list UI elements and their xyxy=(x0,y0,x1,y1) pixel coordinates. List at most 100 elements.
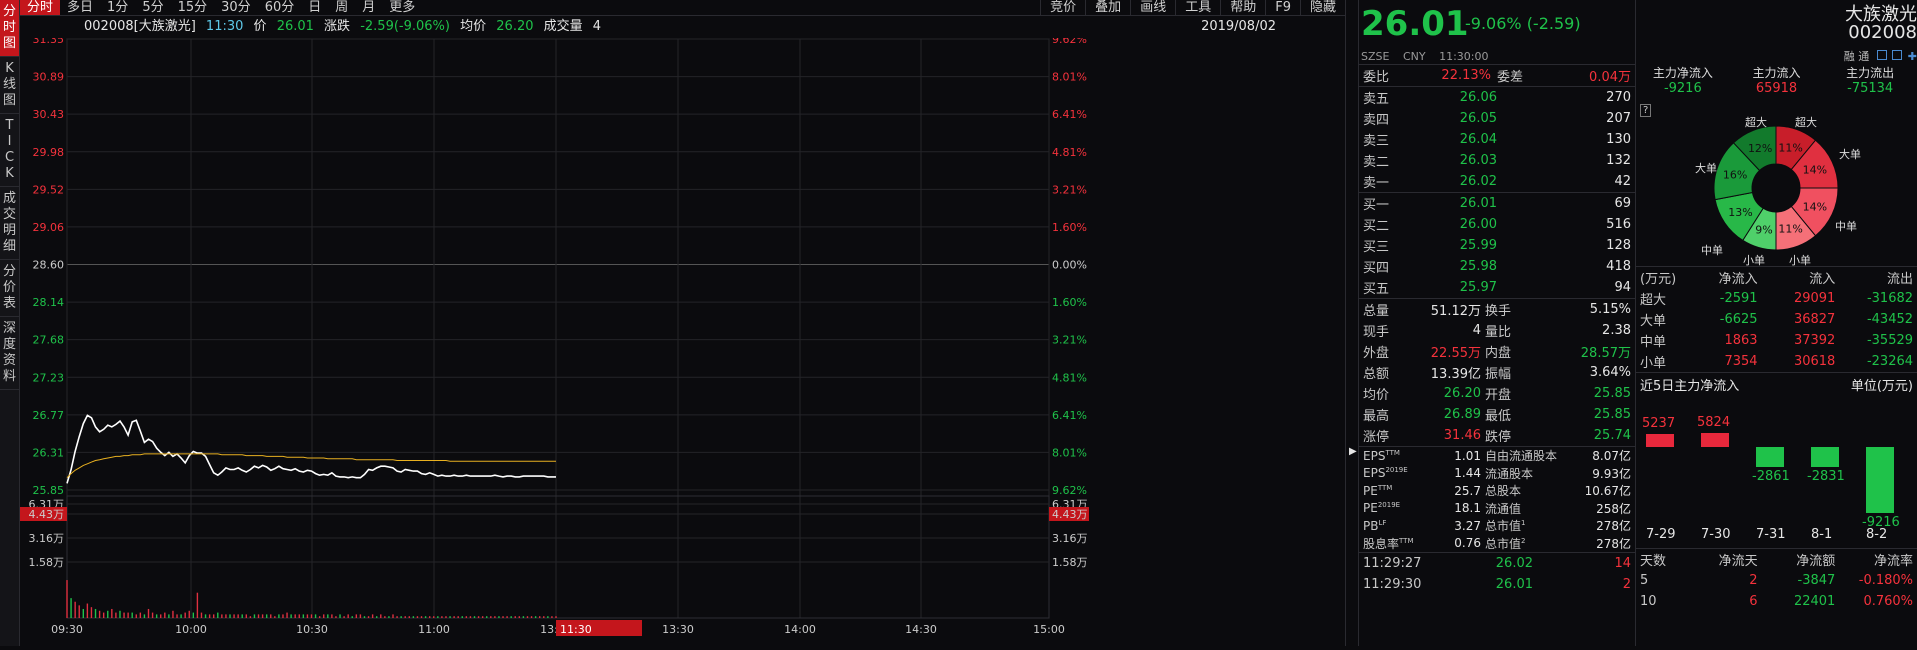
name-header: 大族激光 002008 融 通 ✚ xyxy=(1636,0,1917,64)
stat-value: 51.12万 xyxy=(1430,304,1481,319)
period-tab-9[interactable]: 月 xyxy=(355,0,382,15)
stat-label: 总量 xyxy=(1363,304,1390,319)
tool-button-0[interactable]: 竞价 xyxy=(1040,0,1085,15)
stat-value: 22.55万 xyxy=(1430,346,1481,361)
period-tab-8[interactable]: 周 xyxy=(328,0,355,15)
period-tab-10[interactable]: 更多 xyxy=(382,0,422,15)
flow_table-cell: 小单 xyxy=(1640,356,1667,371)
tick-price: 26.02 xyxy=(1495,556,1533,571)
margin-icon[interactable]: 融 通 xyxy=(1844,50,1870,63)
flow_table-cell: -43452 xyxy=(1866,312,1914,327)
fund-value: 0.76 xyxy=(1454,536,1481,551)
vtab-char: K xyxy=(5,61,14,76)
tool-button-6[interactable]: 隐藏 xyxy=(1299,0,1345,15)
fund-label2: 流通值 xyxy=(1481,500,1571,517)
vtab-5[interactable]: 深度资料 xyxy=(0,317,19,390)
tool-button-1[interactable]: 叠加 xyxy=(1085,0,1130,15)
y-tick-right: 3.21% xyxy=(1052,334,1087,347)
fund-label-sup: 2019E xyxy=(1377,501,1401,510)
asks-price: 26.04 xyxy=(1459,132,1497,147)
period-tab-4[interactable]: 15分 xyxy=(171,0,215,15)
period-tab-1[interactable]: 多日 xyxy=(60,0,100,15)
expand-arrow-icon[interactable]: ▶ xyxy=(1349,446,1357,457)
grid-icon[interactable] xyxy=(1892,50,1903,60)
period-tab-5[interactable]: 30分 xyxy=(214,0,258,15)
fund-value: 1.44 xyxy=(1454,466,1481,481)
tool-button-2[interactable]: 画线 xyxy=(1130,0,1175,15)
vtab-char: I xyxy=(7,134,12,149)
y-tick-left: 27.68 xyxy=(33,334,65,347)
vtab-0[interactable]: 分时图 xyxy=(0,0,19,57)
bids-price: 25.99 xyxy=(1459,238,1497,253)
vol-tick-left: 4.43万 xyxy=(29,508,65,521)
cursor-time: 11:30 xyxy=(205,19,244,34)
weicha-value: 0.04万 xyxy=(1589,70,1631,85)
bids-row: 买二 26.00 516 xyxy=(1359,214,1635,235)
period-tab-6[interactable]: 60分 xyxy=(258,0,302,15)
fund-label2-sup: 2 xyxy=(1521,536,1526,545)
asks-row: 卖一 26.02 42 xyxy=(1359,171,1635,192)
stat-label: 换手 xyxy=(1485,304,1512,319)
weibi-row: 委比 22.13% 委差 0.04万 xyxy=(1359,64,1635,86)
bids-row: 买三 25.99 128 xyxy=(1359,235,1635,256)
collapse-strip[interactable]: ▶ xyxy=(1345,0,1359,646)
fund-label-main: PE xyxy=(1363,501,1378,516)
vtab-char: 资 xyxy=(2,353,16,368)
period-tab-2[interactable]: 1分 xyxy=(100,0,135,15)
stat-label: 量比 xyxy=(1485,325,1512,340)
days_table-head-cell: 净流天 xyxy=(1718,554,1758,569)
five-day-date: 8-1 xyxy=(1811,527,1833,542)
vtab-char: 图 xyxy=(2,93,16,108)
period-tab-7[interactable]: 日 xyxy=(301,0,328,15)
vtab-1[interactable]: K线图 xyxy=(0,57,19,114)
fund-label: PBLF xyxy=(1363,519,1425,533)
fund-value: 1.01 xyxy=(1454,448,1481,463)
flow_table-cell: 1863 xyxy=(1724,333,1758,348)
asks-vol: 207 xyxy=(1606,111,1631,126)
ask-list: 卖五 26.06 270 卖四 26.05 207 卖三 26.04 130 卖二 26.03 132… xyxy=(1359,86,1635,192)
fund-label-sup: TTM xyxy=(1385,448,1400,457)
weicha-label: 委差 xyxy=(1497,70,1524,85)
fund-value2: 278亿 xyxy=(1596,519,1631,534)
days_table-row: 10 6 22401 0.760% xyxy=(1636,591,1917,612)
edit-icon[interactable] xyxy=(1876,50,1887,60)
tool-button-5[interactable]: F9 xyxy=(1265,0,1300,15)
tool-button-3[interactable]: 工具 xyxy=(1175,0,1220,15)
y-tick-left: 27.23 xyxy=(33,371,65,384)
flow_table-cell: 超大 xyxy=(1640,293,1667,308)
vtab-2[interactable]: TICK xyxy=(0,114,19,187)
fund-label2-sup: 1 xyxy=(1521,519,1526,528)
tick-time: 11:29:27 xyxy=(1363,556,1422,571)
donut-category-label: 小单 xyxy=(1743,254,1765,266)
donut-slice-label: 13% xyxy=(1728,206,1752,219)
fundamental-row: PBLF 3.27 总市值1 278亿 xyxy=(1359,517,1635,535)
stat-row: 涨停 31.46 跌停 25.74 xyxy=(1359,425,1635,446)
fund-label2: 总股本 xyxy=(1481,482,1571,499)
y-tick-right: 8.01% xyxy=(1052,71,1087,84)
help-icon[interactable]: ? xyxy=(1640,104,1652,117)
stat-label: 最低 xyxy=(1485,409,1512,424)
vtab-3[interactable]: 成交明细 xyxy=(0,187,19,260)
intraday-chart[interactable]: 31.35 9.62% 30.89 8.01% 30.43 6.41% 29.98 4.81%… xyxy=(0,33,1345,646)
y-tick-left: 31.35 xyxy=(33,38,65,46)
stat-row: 均价 26.20 开盘 25.85 xyxy=(1359,383,1635,404)
donut-category-label: 小单 xyxy=(1789,254,1811,266)
fund-label2-main: 自由流通股本 xyxy=(1485,449,1558,464)
vtab-4[interactable]: 分价表 xyxy=(0,260,19,317)
info-bar: 002008[大族激光] 11:30 价 26.01 涨跌 -2.59(-9.0… xyxy=(20,16,1345,38)
currency: CNY xyxy=(1402,50,1426,63)
x-tick: 13:30 xyxy=(662,623,694,636)
period-tab-0[interactable]: 分时 xyxy=(20,0,61,15)
bids-vol: 69 xyxy=(1614,196,1631,211)
quote-column: 26.01 -9.06% (-2.59) SZSE CNY 11:30:00 委… xyxy=(1359,0,1636,646)
five-day-bars: 5237 7-29 5824 7-30 -2861 7-31 -2831 8-1 -9216 8-… xyxy=(1636,395,1917,547)
stat-label: 总额 xyxy=(1363,367,1390,382)
tool-button-4[interactable]: 帮助 xyxy=(1220,0,1265,15)
fundamental-row: 股息率TTM 0.76 总市值2 278亿 xyxy=(1359,535,1635,553)
fundamental-row: EPSTTM 1.01 自由流通股本 8.07亿 xyxy=(1359,447,1635,465)
flow_table-row: 超大 -2591 29091 -31682 xyxy=(1636,288,1917,309)
add-icon[interactable]: ✚ xyxy=(1908,50,1917,63)
period-tab-3[interactable]: 5分 xyxy=(135,0,170,15)
asks-label: 卖五 xyxy=(1363,92,1390,107)
fundamental-row: EPS2019E 1.44 流通股本 9.93亿 xyxy=(1359,465,1635,483)
